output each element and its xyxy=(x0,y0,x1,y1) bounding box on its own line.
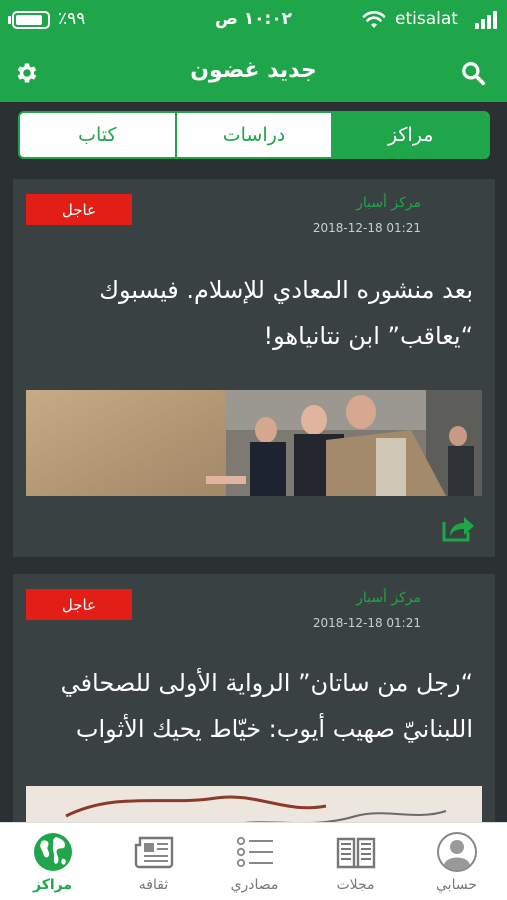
news-photo[interactable] xyxy=(26,390,482,496)
segment-books[interactable]: كتاب xyxy=(20,113,177,157)
news-photo[interactable] xyxy=(26,786,482,822)
wifi-icon xyxy=(362,11,386,28)
segment-centers[interactable]: مراكز xyxy=(333,113,488,157)
tab-centers[interactable]: مراكز xyxy=(2,823,103,900)
news-time: 2018-12-18 01:21 xyxy=(312,616,421,630)
news-source[interactable]: مركز أسبار xyxy=(356,195,421,211)
tab-label: ثقافه xyxy=(138,877,169,893)
news-card[interactable]: عاجل مركز أسبار 2018-12-18 01:21 بعد منش… xyxy=(13,179,495,557)
headline-line: “رجل من ساتان” الرواية الأولى للصحافي xyxy=(60,669,473,697)
segment-label: كتاب xyxy=(78,124,117,146)
page-title: جديد غضون xyxy=(190,58,317,83)
segment-label: مراكز xyxy=(387,124,434,146)
news-headline[interactable]: بعد منشوره المعادي للإسلام. فيسبوك “يعاق… xyxy=(27,267,473,359)
tab-culture[interactable]: ثقافه xyxy=(103,823,204,900)
headline-line: “يعاقب” ابن نتانياهو! xyxy=(263,322,474,350)
breaking-badge: عاجل xyxy=(26,589,132,620)
category-segment-bar: كتاب دراسات مراكز xyxy=(0,102,507,164)
profile-icon xyxy=(437,832,477,872)
tab-my-sources[interactable]: مصادري xyxy=(204,823,305,900)
book-icon xyxy=(336,837,376,869)
news-feed[interactable]: عاجل مركز أسبار 2018-12-18 01:21 بعد منش… xyxy=(0,164,507,822)
status-bar: ٪٩٩ ١٠:٠٢ ص etisalat xyxy=(0,0,507,40)
tab-label: مجلات xyxy=(336,877,375,893)
news-source[interactable]: مركز أسبار xyxy=(356,590,421,606)
carrier-name: etisalat xyxy=(395,9,458,29)
tab-label: مراكز xyxy=(32,877,73,893)
headline-line: اللبنانيّ صهيب أيوب: خيّاط يحيك الأثواب xyxy=(75,715,473,743)
segment-label: دراسات xyxy=(222,124,286,146)
news-headline[interactable]: “رجل من ساتان” الرواية الأولى للصحافي ال… xyxy=(27,660,473,752)
segmented-control: كتاب دراسات مراكز xyxy=(18,111,490,159)
tab-label: مصادري xyxy=(230,877,279,893)
headline-line: بعد منشوره المعادي للإسلام. فيسبوك xyxy=(99,276,473,304)
share-icon[interactable] xyxy=(440,512,476,544)
bottom-tab-bar: حسابي مجلات مصادري ثقافه مراكز xyxy=(0,822,507,900)
news-time: 2018-12-18 01:21 xyxy=(312,221,421,235)
tab-label: حسابي xyxy=(436,877,477,893)
app-header: جديد غضون xyxy=(0,40,507,102)
tab-magazines[interactable]: مجلات xyxy=(305,823,406,900)
news-card[interactable]: عاجل مركز أسبار 2018-12-18 01:21 “رجل من… xyxy=(13,574,495,822)
segment-studies[interactable]: دراسات xyxy=(177,113,334,157)
newspaper-icon xyxy=(134,836,174,869)
breaking-badge: عاجل xyxy=(26,194,132,225)
signal-icon xyxy=(475,11,497,29)
tab-my-account[interactable]: حسابي xyxy=(406,823,507,900)
globe-icon xyxy=(34,833,72,871)
list-icon xyxy=(236,836,273,868)
search-icon[interactable] xyxy=(460,60,486,86)
